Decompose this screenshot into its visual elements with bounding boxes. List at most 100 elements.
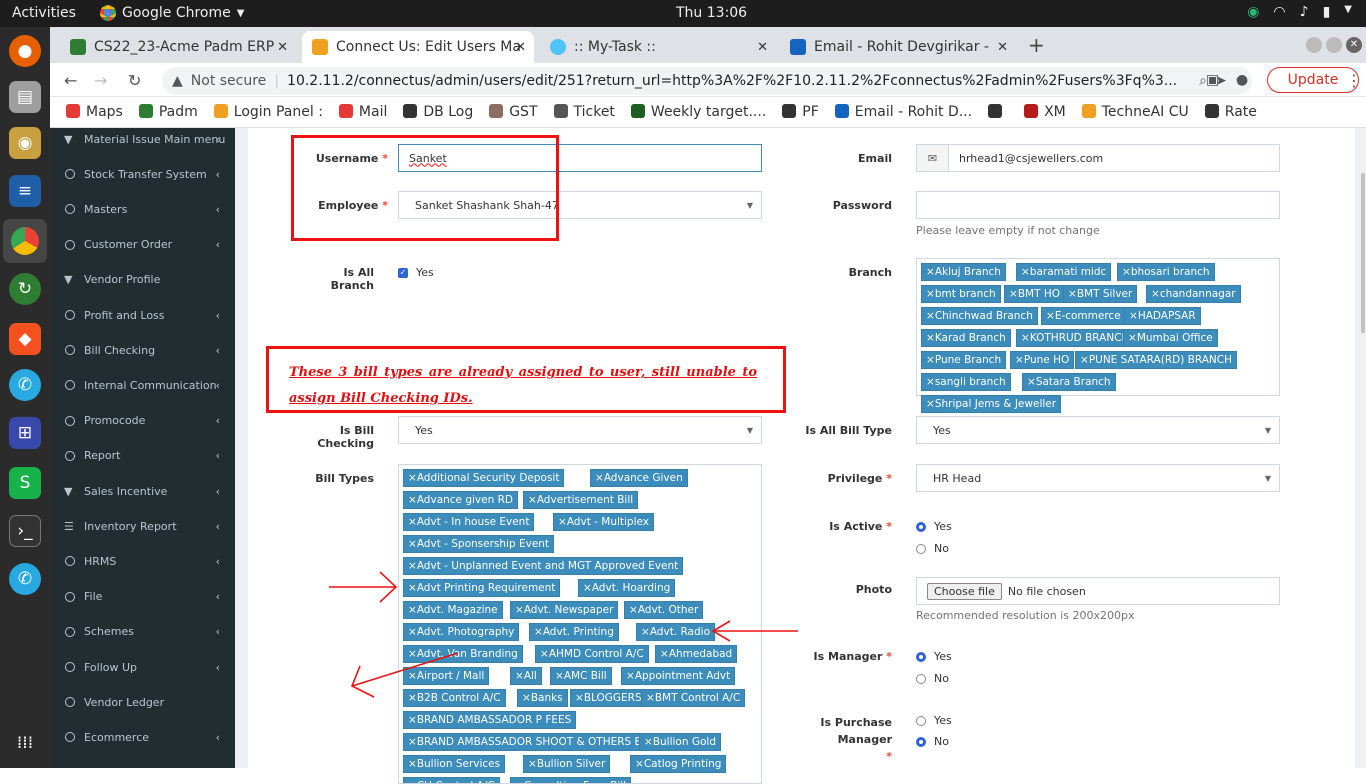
remove-tag-icon[interactable]: × xyxy=(926,266,935,278)
selected-tag[interactable]: ×Airport / Mall xyxy=(403,667,490,685)
is-active-yes-radio[interactable]: Yes xyxy=(916,520,952,533)
remove-tag-icon[interactable]: × xyxy=(534,626,543,638)
selected-tag[interactable]: ×Pune Branch xyxy=(921,351,1007,369)
volume-icon[interactable]: ♪ xyxy=(1300,4,1309,20)
selected-tag[interactable]: ×baramati midc xyxy=(1016,263,1112,281)
selected-tag[interactable]: ×All xyxy=(510,667,542,685)
sidebar-item[interactable]: ☰ Inventory Report ‹ xyxy=(50,516,235,536)
remove-tag-icon[interactable]: × xyxy=(408,736,417,748)
selected-tag[interactable]: ×PUNE SATARA(RD) BRANCH xyxy=(1075,351,1237,369)
remove-tag-icon[interactable]: × xyxy=(926,310,935,322)
remove-tag-icon[interactable]: × xyxy=(540,648,549,660)
remove-tag-icon[interactable]: × xyxy=(515,604,524,616)
profile-icon[interactable]: ● xyxy=(1236,72,1248,88)
privilege-select[interactable]: HR Head ▼ xyxy=(916,464,1280,492)
selected-tag[interactable]: ×Advance given RD xyxy=(403,491,518,509)
chevron-down-icon[interactable]: ▼ xyxy=(1344,4,1352,20)
is-active-no-radio[interactable]: No xyxy=(916,542,949,555)
selected-tag[interactable]: ×Ahmedabad xyxy=(655,645,738,663)
close-icon[interactable]: ✕ xyxy=(277,40,288,55)
selected-tag[interactable]: ×Bullion Gold xyxy=(639,733,721,751)
selected-tag[interactable]: ×Akluj Branch xyxy=(921,263,1006,281)
minimize-button[interactable] xyxy=(1306,37,1322,53)
is-manager-no-radio[interactable]: No xyxy=(916,672,949,685)
remove-tag-icon[interactable]: × xyxy=(926,288,935,300)
selected-tag[interactable]: ×Advt - Sponsership Event xyxy=(403,535,555,553)
close-window-button[interactable]: ✕ xyxy=(1346,37,1362,53)
remove-tag-icon[interactable]: × xyxy=(644,736,653,748)
selected-tag[interactable]: ×Advt. Hoarding xyxy=(578,579,676,597)
sidebar-item[interactable]: Promocode ‹ xyxy=(50,411,235,431)
selected-tag[interactable]: ×Bullion Services xyxy=(403,755,506,773)
remove-tag-icon[interactable]: × xyxy=(646,692,655,704)
omnibox[interactable]: ▲ Not secure | 10.2.11.2/connectus/admin… xyxy=(162,67,1252,95)
remove-tag-icon[interactable]: × xyxy=(408,516,417,528)
selected-tag[interactable]: ×Advt. Photography xyxy=(403,623,520,641)
remove-tag-icon[interactable]: × xyxy=(1128,332,1137,344)
sidebar-item[interactable]: Ecommerce ‹ xyxy=(50,727,235,747)
remove-tag-icon[interactable]: × xyxy=(635,758,644,770)
bill-types-multiselect[interactable]: ×Additional Security Deposit ×Advance Giv… xyxy=(398,464,762,784)
remove-tag-icon[interactable]: × xyxy=(408,648,417,660)
remove-tag-icon[interactable]: × xyxy=(528,758,537,770)
remove-tag-icon[interactable]: × xyxy=(408,692,417,704)
remove-tag-icon[interactable]: × xyxy=(926,376,935,388)
bookmark-item[interactable]: Maps xyxy=(66,104,123,120)
selected-tag[interactable]: ×KOTHRUD BRANCH xyxy=(1016,329,1135,347)
remove-tag-icon[interactable]: × xyxy=(583,582,592,594)
remove-tag-icon[interactable]: × xyxy=(515,780,524,783)
remove-tag-icon[interactable]: × xyxy=(660,648,669,660)
new-tab-button[interactable]: + xyxy=(1028,33,1045,57)
sidebar-item[interactable]: Follow Up ‹ xyxy=(50,657,235,677)
selected-tag[interactable]: ×Chinchwad Branch xyxy=(921,307,1038,325)
remove-tag-icon[interactable]: × xyxy=(1151,288,1160,300)
selected-tag[interactable]: ×BMT Silver xyxy=(1063,285,1138,303)
remove-tag-icon[interactable]: × xyxy=(408,472,417,484)
selected-tag[interactable]: ×sangli branch xyxy=(921,373,1011,391)
remove-tag-icon[interactable]: × xyxy=(626,670,635,682)
selected-tag[interactable]: ×Consulting Fees Bill xyxy=(510,777,632,783)
is-purchase-manager-no-radio[interactable]: No xyxy=(916,735,949,748)
anydesk-icon[interactable]: ◆ xyxy=(9,323,41,355)
remove-tag-icon[interactable]: × xyxy=(575,692,584,704)
chrome-icon[interactable] xyxy=(3,219,47,263)
app-indicator-icon[interactable]: ◉ xyxy=(1247,4,1259,20)
remove-tag-icon[interactable]: × xyxy=(1080,354,1089,366)
selected-tag[interactable]: ×Advt - Unplanned Event and MGT Approved… xyxy=(403,557,684,575)
selected-tag[interactable]: ×bmt branch xyxy=(921,285,1001,303)
remove-tag-icon[interactable]: × xyxy=(408,780,417,783)
bookmark-item[interactable]: Login Panel : xyxy=(213,104,323,120)
files-icon[interactable]: ▤ xyxy=(9,81,41,113)
remove-tag-icon[interactable]: × xyxy=(408,626,417,638)
bookmark-item[interactable]: Mail xyxy=(338,104,387,120)
remove-tag-icon[interactable]: × xyxy=(926,398,935,410)
selected-tag[interactable]: ×Advance Given xyxy=(590,469,688,487)
remove-tag-icon[interactable]: × xyxy=(1129,310,1138,322)
remove-tag-icon[interactable]: × xyxy=(522,692,531,704)
selected-tag[interactable]: ×Satara Branch xyxy=(1022,373,1116,391)
sidebar-item[interactable]: Bill Checking ‹ xyxy=(50,340,235,360)
remove-tag-icon[interactable]: × xyxy=(1027,376,1036,388)
selected-tag[interactable]: ×Bullion Silver xyxy=(523,755,611,773)
selected-tag[interactable]: ×Banks xyxy=(517,689,568,707)
bookmark-item[interactable]: Email - Rohit D... xyxy=(834,104,972,120)
selected-tag[interactable]: ×CH Control A/C xyxy=(403,777,500,783)
tab-my-task[interactable]: :: My-Task :: ✕ xyxy=(540,31,776,63)
tab-connect-us[interactable]: Connect Us: Edit Users Ma ✕ xyxy=(302,31,534,63)
remove-tag-icon[interactable]: × xyxy=(1021,266,1030,278)
remove-tag-icon[interactable]: × xyxy=(595,472,604,484)
selected-tag[interactable]: ×BRAND AMBASSADOR P FEES xyxy=(403,711,577,729)
selected-tag[interactable]: ×Advertisement Bill xyxy=(523,491,639,509)
selected-tag[interactable]: ×E-commerce xyxy=(1041,307,1126,325)
remove-tag-icon[interactable]: × xyxy=(1122,266,1131,278)
is-purchase-manager-yes-radio[interactable]: Yes xyxy=(916,714,952,727)
is-all-branch-checkbox[interactable]: ✓ Yes xyxy=(398,266,434,279)
tab-email[interactable]: Email - Rohit Devgirikar - ✕ xyxy=(780,31,1016,63)
sidebar-item[interactable]: Customer Order ‹ xyxy=(50,235,235,255)
is-bill-checking-select[interactable]: Yes ▼ xyxy=(398,416,762,444)
choose-file-button[interactable]: Choose file xyxy=(927,582,1002,600)
bookmark-item[interactable]: Weekly target.... xyxy=(630,104,766,120)
selected-tag[interactable]: ×Advt. Printing xyxy=(529,623,619,641)
maximize-button[interactable] xyxy=(1326,37,1342,53)
remove-tag-icon[interactable]: × xyxy=(1068,288,1077,300)
